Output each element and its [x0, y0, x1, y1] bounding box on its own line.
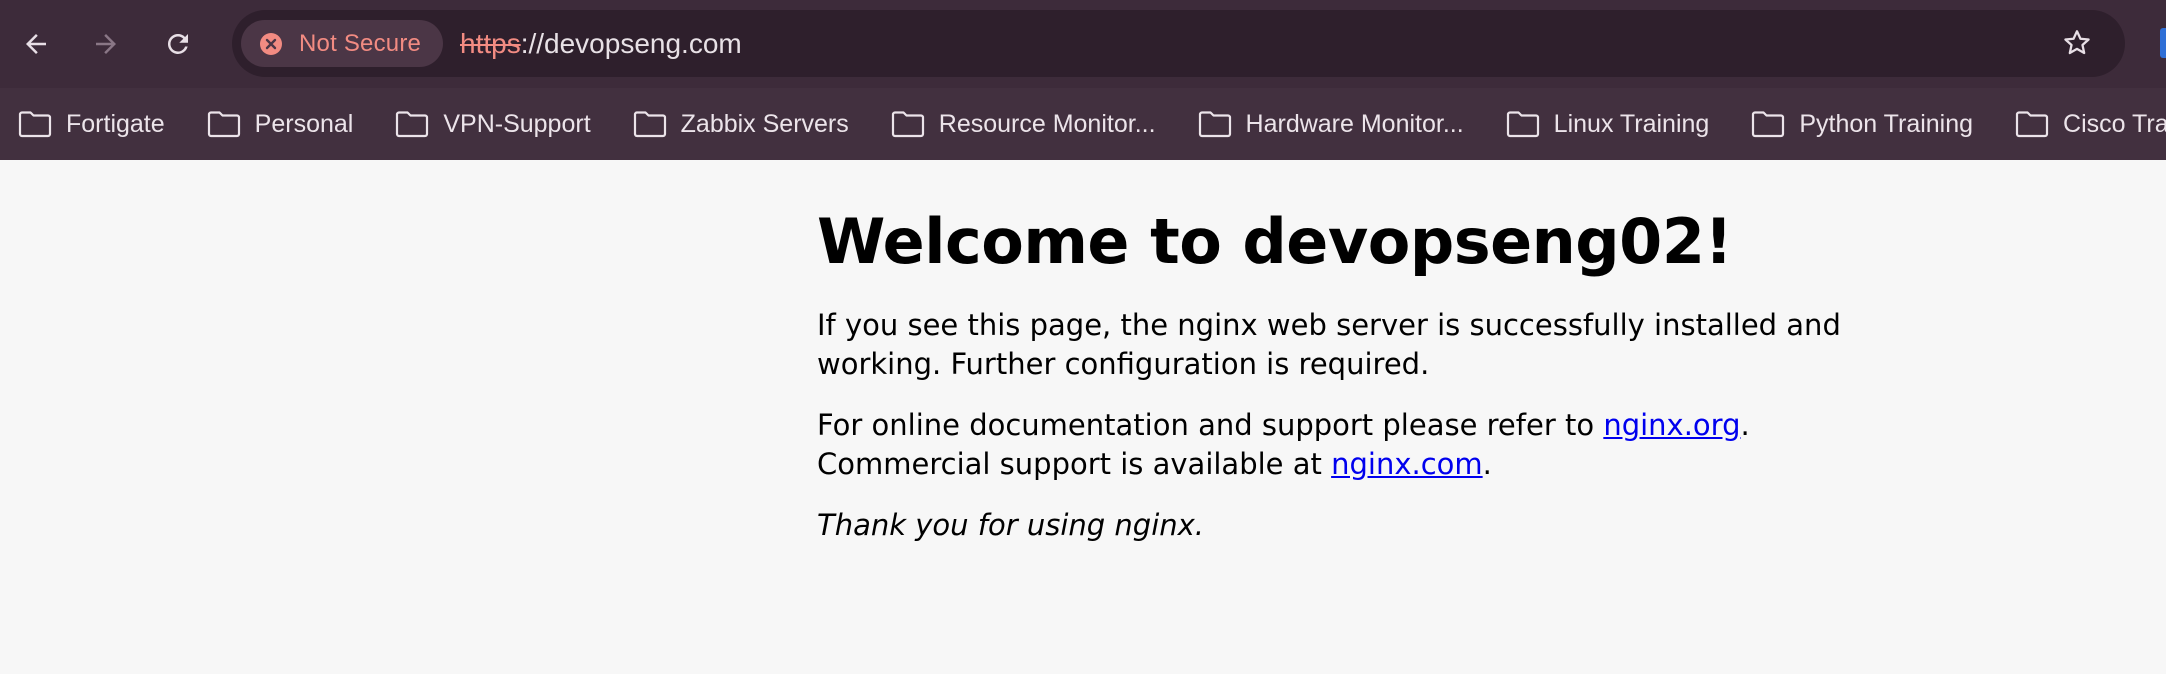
- bookmark-label: Linux Training: [1553, 109, 1710, 138]
- security-label: Not Secure: [299, 29, 422, 57]
- reload-icon: [167, 33, 188, 54]
- bookmark-folder[interactable]: Zabbix Servers: [615, 99, 863, 149]
- url-host: ://devopseng.com: [520, 27, 742, 59]
- nginx-com-link[interactable]: nginx.com: [1331, 447, 1483, 481]
- bookmark-label: Personal: [254, 109, 354, 138]
- period-text: .: [1482, 447, 1492, 481]
- thanks-text: Thank you for using nginx.: [817, 508, 1205, 542]
- thanks-paragraph: Thank you for using nginx.: [817, 506, 1867, 545]
- url-text[interactable]: https://devopseng.com: [460, 10, 742, 77]
- security-indicator[interactable]: Not Secure: [241, 20, 444, 67]
- bookmark-folder[interactable]: Hardware Monitor...: [1180, 99, 1478, 149]
- bookmark-label: Cisco Training: [2063, 109, 2166, 138]
- url-scheme: https: [460, 27, 521, 59]
- support-paragraph: For online documentation and support ple…: [817, 406, 1867, 484]
- period-text: .: [1740, 408, 1750, 442]
- nginx-welcome: Welcome to devopseng02! If you see this …: [817, 200, 1867, 545]
- bookmark-label: Zabbix Servers: [680, 109, 849, 138]
- browser-chrome: Not Secure https://devopseng.com Fortiga…: [0, 0, 2166, 160]
- folder-icon: [1198, 111, 1231, 138]
- nginx-org-link[interactable]: nginx.org: [1603, 408, 1740, 442]
- folder-icon: [396, 111, 429, 138]
- bookmark-folder[interactable]: Personal: [189, 99, 368, 149]
- bookmark-label: Python Training: [1799, 109, 1974, 138]
- folder-icon: [1752, 111, 1785, 138]
- page-content: Welcome to devopseng02! If you see this …: [0, 160, 2166, 674]
- folder-icon: [633, 111, 666, 138]
- not-secure-icon: [260, 33, 282, 55]
- commercial-text: Commercial support is available at: [817, 447, 1332, 481]
- folder-icon: [1506, 111, 1539, 138]
- reload-button[interactable]: [156, 22, 200, 66]
- bookmark-folder[interactable]: Linux Training: [1488, 99, 1724, 149]
- folder-icon: [18, 111, 52, 138]
- folder-icon: [207, 111, 240, 138]
- folder-icon: [2015, 111, 2049, 138]
- bookmark-folder[interactable]: Python Training: [1733, 99, 1987, 149]
- bookmark-star-button[interactable]: [2055, 21, 2099, 65]
- bookmark-label: Fortigate: [66, 109, 165, 138]
- bookmarks-bar: Fortigate Personal VPN-Support Zabbix Se…: [0, 88, 2166, 160]
- back-button[interactable]: [14, 22, 58, 66]
- arrow-right-icon: [96, 34, 116, 54]
- forward-button[interactable]: [84, 22, 128, 66]
- profile-accent: [2160, 28, 2166, 58]
- bookmark-folder[interactable]: Fortigate: [0, 99, 179, 149]
- star-icon: [2064, 30, 2090, 55]
- arrow-left-icon: [26, 34, 46, 54]
- page-title: Welcome to devopseng02!: [817, 205, 1733, 278]
- browser-toolbar: Not Secure https://devopseng.com: [0, 0, 2166, 88]
- bookmark-folder[interactable]: Resource Monitor...: [873, 99, 1170, 149]
- bookmark-label: Hardware Monitor...: [1245, 109, 1464, 138]
- bookmark-label: VPN-Support: [443, 109, 591, 138]
- bookmark-folder[interactable]: VPN-Support: [377, 99, 604, 149]
- intro-paragraph: If you see this page, the nginx web serv…: [817, 308, 1841, 381]
- address-bar[interactable]: Not Secure https://devopseng.com: [232, 10, 2125, 77]
- bookmark-label: Resource Monitor...: [938, 109, 1156, 138]
- support-text: For online documentation and support ple…: [817, 408, 1604, 442]
- folder-icon: [891, 111, 924, 138]
- bookmark-folder[interactable]: Cisco Training: [1997, 99, 2166, 149]
